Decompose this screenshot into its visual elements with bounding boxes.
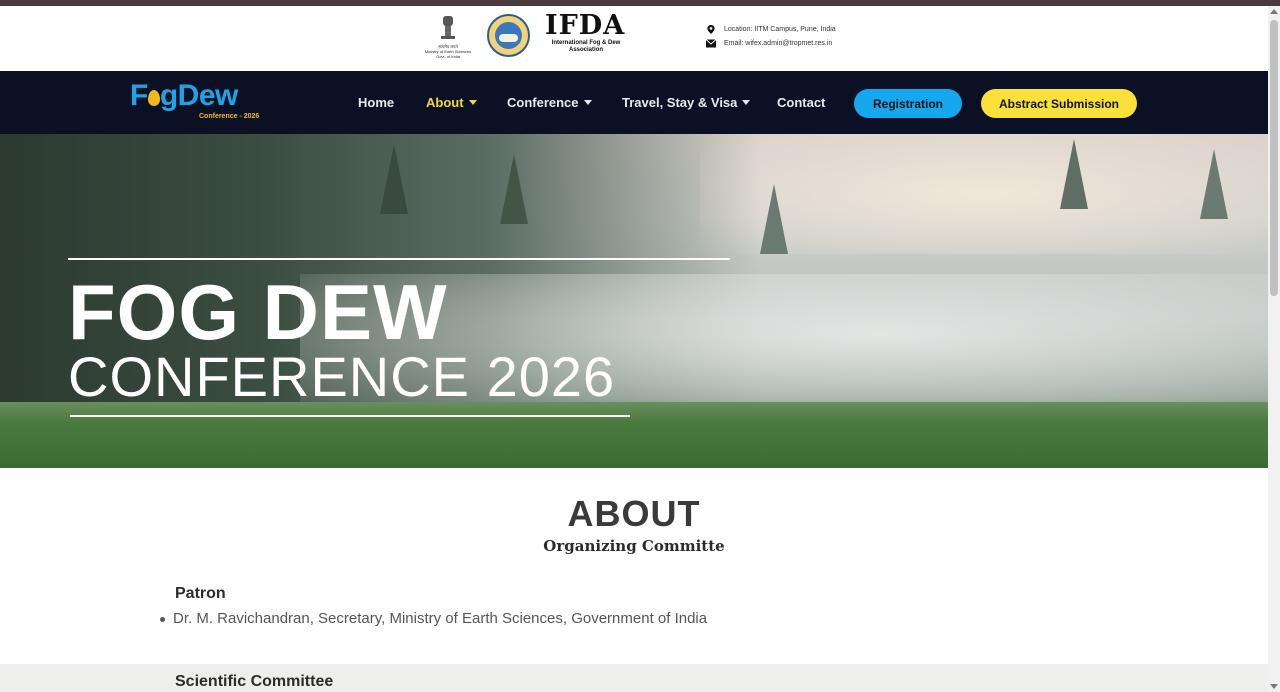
fogdew-logo[interactable]: FgDew Conference - 2026 <box>130 80 270 126</box>
nav-travel-label: Travel, Stay & Visa <box>622 95 738 110</box>
ifda-logo: IFDA International Fog & Dew Association <box>545 12 630 54</box>
main-navbar: FgDew Conference - 2026 Home About Confe… <box>0 71 1268 134</box>
nav-contact[interactable]: Contact <box>777 95 825 110</box>
nav-home[interactable]: Home <box>358 95 394 110</box>
site-header: सत्यमेव जयते Ministry of Earth Sciences … <box>0 6 1268 71</box>
registration-button[interactable]: Registration <box>854 89 962 118</box>
envelope-icon <box>706 39 716 48</box>
hero-title: FOG DEW <box>68 268 448 356</box>
ifda-subtitle: International Fog & Dew Association <box>551 40 621 53</box>
section-subtitle: Organizing Committe <box>543 537 725 555</box>
patron-heading: Patron <box>175 585 226 602</box>
scroll-down-icon[interactable] <box>1270 684 1278 689</box>
list-item: Dr. M. Ravichandran, Secretary, Ministry… <box>160 610 707 627</box>
nav-conference-label: Conference <box>507 95 579 110</box>
patron-text: Dr. M. Ravichandran, Secretary, Ministry… <box>173 610 708 627</box>
brand-tagline: Conference - 2026 <box>199 113 260 120</box>
scroll-thumb[interactable] <box>1270 20 1278 296</box>
nav-about-label: About <box>426 95 464 110</box>
hero-subtitle: CONFERENCE 2026 <box>68 345 616 408</box>
chevron-down-icon <box>468 100 477 105</box>
page-scrollbar[interactable] <box>1268 6 1280 692</box>
hero-banner: FOG DEW CONFERENCE 2026 <box>0 134 1268 468</box>
location-info: Location: IITM Campus, Pune, India <box>706 25 836 34</box>
section-title: ABOUT <box>567 493 701 534</box>
nav-about[interactable]: About <box>426 95 477 110</box>
emblem-govt: Govt. of India <box>436 54 460 59</box>
chevron-down-icon <box>583 100 592 105</box>
droplet-icon <box>147 90 160 106</box>
imd-logo <box>487 14 530 57</box>
nav-home-label: Home <box>358 95 395 110</box>
ministry-emblem-logo: सत्यमेव जयते Ministry of Earth Sciences … <box>424 14 472 64</box>
scroll-up-icon[interactable] <box>1270 9 1278 14</box>
nav-contact-label: Contact <box>777 95 826 110</box>
scientific-committee-heading: Scientific Committee <box>175 673 334 690</box>
ifda-title: IFDA <box>545 10 626 41</box>
hero-divider-top <box>68 258 730 260</box>
email-text[interactable]: Email: wifex.admin@tropmet.res.in <box>724 40 832 47</box>
email-info[interactable]: Email: wifex.admin@tropmet.res.in <box>706 39 832 48</box>
abstract-submission-button[interactable]: Abstract Submission <box>981 89 1137 118</box>
nav-conference[interactable]: Conference <box>507 95 592 110</box>
nav-travel[interactable]: Travel, Stay & Visa <box>622 95 751 110</box>
hero-divider-bottom <box>70 415 630 417</box>
bullet-icon <box>160 617 165 622</box>
brand-f: F <box>130 79 148 112</box>
brand-rest: gDew <box>159 79 239 112</box>
chevron-down-icon <box>742 100 751 105</box>
ashoka-emblem-icon <box>441 16 455 39</box>
location-text: Location: IITM Campus, Pune, India <box>724 26 836 33</box>
location-pin-icon <box>707 25 715 34</box>
